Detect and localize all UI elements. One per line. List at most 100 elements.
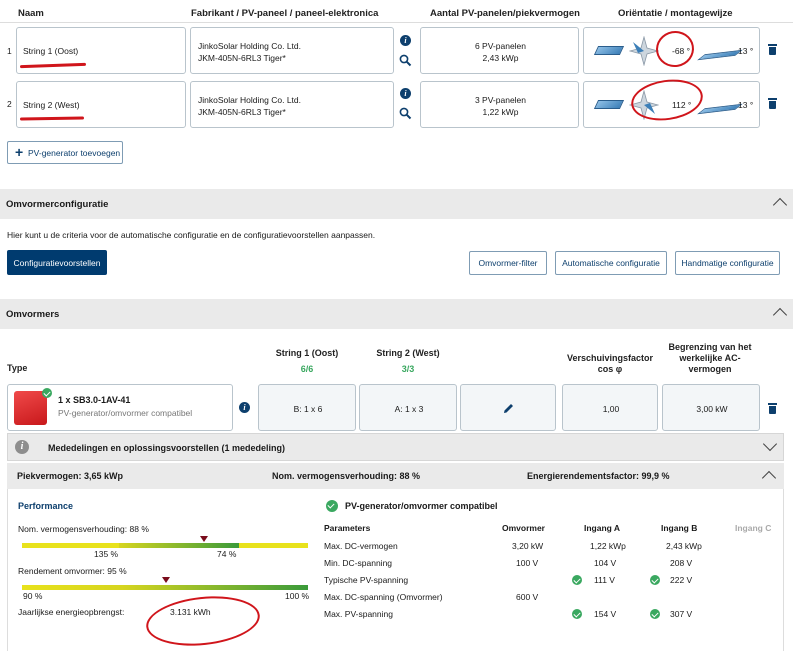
info-icon[interactable]: i (239, 402, 250, 413)
panel-count-field[interactable]: 3 PV-panelen 1,22 kWp (420, 81, 579, 128)
search-icon[interactable] (399, 54, 412, 67)
col-string2-count: 3/3 (401, 364, 415, 374)
config-section-header[interactable]: Omvormerconfiguratie (0, 189, 793, 219)
config-section-title: Omvormerconfiguratie (6, 199, 109, 210)
param-inverter: 3,20 kW (512, 541, 544, 551)
messages-label: Mededelingen en oplossingsvoorstellen (1… (48, 443, 286, 453)
row-number: 1 (7, 46, 12, 56)
param-name: Typische PV-spanning (324, 575, 409, 585)
info-grey-icon: i (15, 440, 29, 454)
tilt-panel-icon (697, 49, 743, 61)
delete-icon[interactable] (768, 44, 777, 55)
inverters-section-title: Omvormers (6, 309, 60, 320)
col-limit-line2: werkelijke AC- (679, 353, 741, 363)
inverter-filter-button[interactable]: Omvormer-filter (469, 251, 547, 275)
add-pv-generator-button[interactable]: + PV-generator toevoegen (7, 141, 123, 164)
col-header-manufacturer: Fabrikant / PV-paneel / paneel-elektroni… (191, 8, 379, 19)
messages-bar[interactable]: i Mededelingen en oplossingsvoorstellen … (7, 433, 784, 461)
chevron-up-icon[interactable] (772, 307, 788, 323)
nom-ratio-bar (22, 543, 308, 548)
chevron-down-icon[interactable] (762, 436, 778, 452)
col-type: Type (7, 363, 28, 373)
check-icon (572, 575, 582, 585)
delete-icon[interactable] (768, 98, 777, 109)
string2-assignment-field[interactable]: A: 1 x 3 (359, 384, 457, 431)
summary-bar[interactable]: Piekvermogen: 3,65 kWp Nom. vermogensver… (7, 463, 784, 489)
param-input-a: 104 V (594, 558, 617, 568)
yearly-yield-label: Jaarlijkse energieopbrengst: (18, 607, 125, 617)
header-divider (0, 22, 793, 23)
efficiency-marker (162, 577, 170, 583)
param-inverter: 100 V (516, 558, 539, 568)
eff-tick-left: 90 % (23, 591, 43, 601)
roof-panel-icon (593, 100, 625, 109)
ratio-summary: Nom. vermogensverhouding: 88 % (272, 471, 421, 481)
tilt-panel-icon (697, 103, 743, 115)
edit-button[interactable] (460, 384, 556, 431)
col-header-orientation: Oriëntatie / montagewijze (618, 8, 733, 19)
panel-name: JKM-405N-6RL3 Tiger* (198, 53, 286, 63)
delete-icon[interactable] (768, 403, 777, 414)
chevron-up-icon[interactable] (772, 197, 788, 213)
add-pv-generator-label: PV-generator toevoegen (28, 148, 121, 158)
plus-icon: + (15, 144, 24, 160)
manufacturer-field[interactable]: JinkoSolar Holding Co. Ltd. JKM-405N-6RL… (190, 81, 394, 128)
param-input-a: 154 V (594, 609, 617, 619)
nom-tick-right: 74 % (217, 549, 237, 559)
cos-phi-field[interactable]: 1,00 (562, 384, 658, 431)
inverters-section-header[interactable]: Omvormers (0, 299, 793, 329)
compat-header-input-b: Ingang B (661, 523, 698, 533)
inverter-device-card[interactable]: 1 x SB3.0-1AV-41 PV-generator/omvormer c… (7, 384, 233, 431)
chevron-up-icon[interactable] (761, 470, 777, 486)
col-header-panels: Aantal PV-panelen/piekvermogen (430, 8, 580, 19)
compatible-check-icon (326, 500, 338, 512)
peak-power: 1,22 kWp (482, 107, 519, 117)
param-name: Max. DC-vermogen (324, 541, 398, 551)
string1-assignment: B: 1 x 6 (293, 404, 323, 414)
pencil-icon (504, 404, 513, 413)
manual-configuration-button[interactable]: Handmatige configuratie (675, 251, 780, 275)
compat-header-params: Parameters (324, 523, 371, 533)
cos-phi-value: 1,00 (602, 404, 620, 414)
bar-segment-green (119, 543, 240, 548)
param-input-b: 208 V (670, 558, 693, 568)
param-name: Min. DC-spanning (324, 558, 393, 568)
col-limit-line3: vermogen (688, 364, 732, 374)
info-icon[interactable]: i (400, 88, 411, 99)
yield-factor-summary: Energierendementsfactor: 99,9 % (527, 471, 670, 481)
param-name: Max. PV-spanning (324, 609, 393, 619)
string1-assignment-field[interactable]: B: 1 x 6 (258, 384, 356, 431)
manufacturer-field[interactable]: JinkoSolar Holding Co. Ltd. JKM-405N-6RL… (190, 27, 394, 74)
param-input-b: 307 V (670, 609, 693, 619)
string2-assignment: A: 1 x 3 (394, 404, 424, 414)
automatic-configuration-button[interactable]: Automatische configuratie (555, 251, 667, 275)
nom-ratio-label: Nom. vermogensverhouding: 88 % (18, 524, 149, 534)
config-description: Hier kunt u de criteria voor de automati… (7, 230, 376, 240)
compat-header-inverter: Omvormer (502, 523, 545, 533)
panel-name: JKM-405N-6RL3 Tiger* (198, 107, 286, 117)
info-icon[interactable]: i (400, 35, 411, 46)
configuration-proposals-button[interactable]: Configuratievoorstellen (7, 250, 107, 275)
efficiency-bar (22, 585, 308, 590)
configuration-proposals-label: Configuratievoorstellen (13, 258, 101, 268)
col-cos-line1: Verschuivingsfactor (566, 353, 654, 363)
search-icon[interactable] (399, 107, 412, 120)
check-icon (572, 609, 582, 619)
check-icon (650, 575, 660, 585)
string-name-field[interactable]: String 2 (West) (16, 81, 186, 128)
compatible-check-icon (42, 388, 52, 398)
panel-count-field[interactable]: 6 PV-panelen 2,43 kWp (420, 27, 579, 74)
bar-segment-yellow-right (239, 543, 308, 548)
col-string1-count: 6/6 (300, 364, 314, 374)
param-name: Max. DC-spanning (Omvormer) (324, 592, 443, 602)
peak-power-summary: Piekvermogen: 3,65 kWp (17, 471, 124, 481)
inverter-status: PV-generator/omvormer compatibel (58, 408, 193, 418)
compat-title: PV-generator/omvormer compatibel (345, 501, 498, 511)
row-number: 2 (7, 99, 12, 109)
efficiency-label: Rendement omvormer: 95 % (18, 566, 127, 576)
inverter-image (14, 391, 47, 425)
ac-limit-field[interactable]: 3,00 kW (662, 384, 760, 431)
compass-icon (629, 36, 659, 66)
performance-title: Performance (18, 501, 74, 511)
param-input-b: 222 V (670, 575, 693, 585)
